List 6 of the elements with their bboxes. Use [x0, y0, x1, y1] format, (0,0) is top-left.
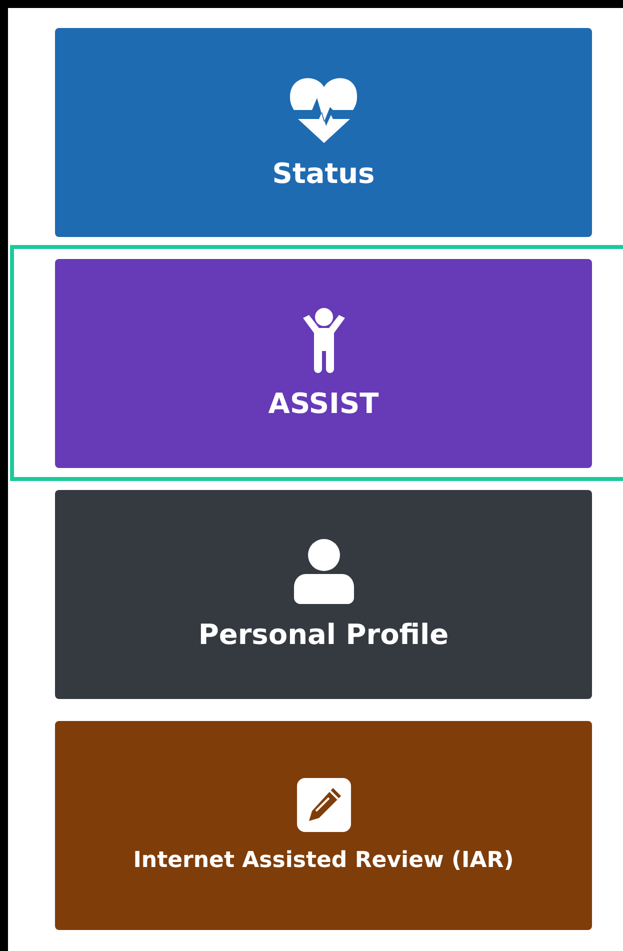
edit-icon — [296, 778, 350, 832]
person-icon — [294, 538, 354, 604]
menu-tile[interactable]: Status — [55, 28, 592, 237]
menu-tile[interactable]: ASSIST — [55, 259, 592, 468]
menu-tile[interactable]: Internet Assisted Review (IAR) — [55, 721, 592, 930]
menu-tile[interactable]: Personal Profile — [55, 490, 592, 699]
